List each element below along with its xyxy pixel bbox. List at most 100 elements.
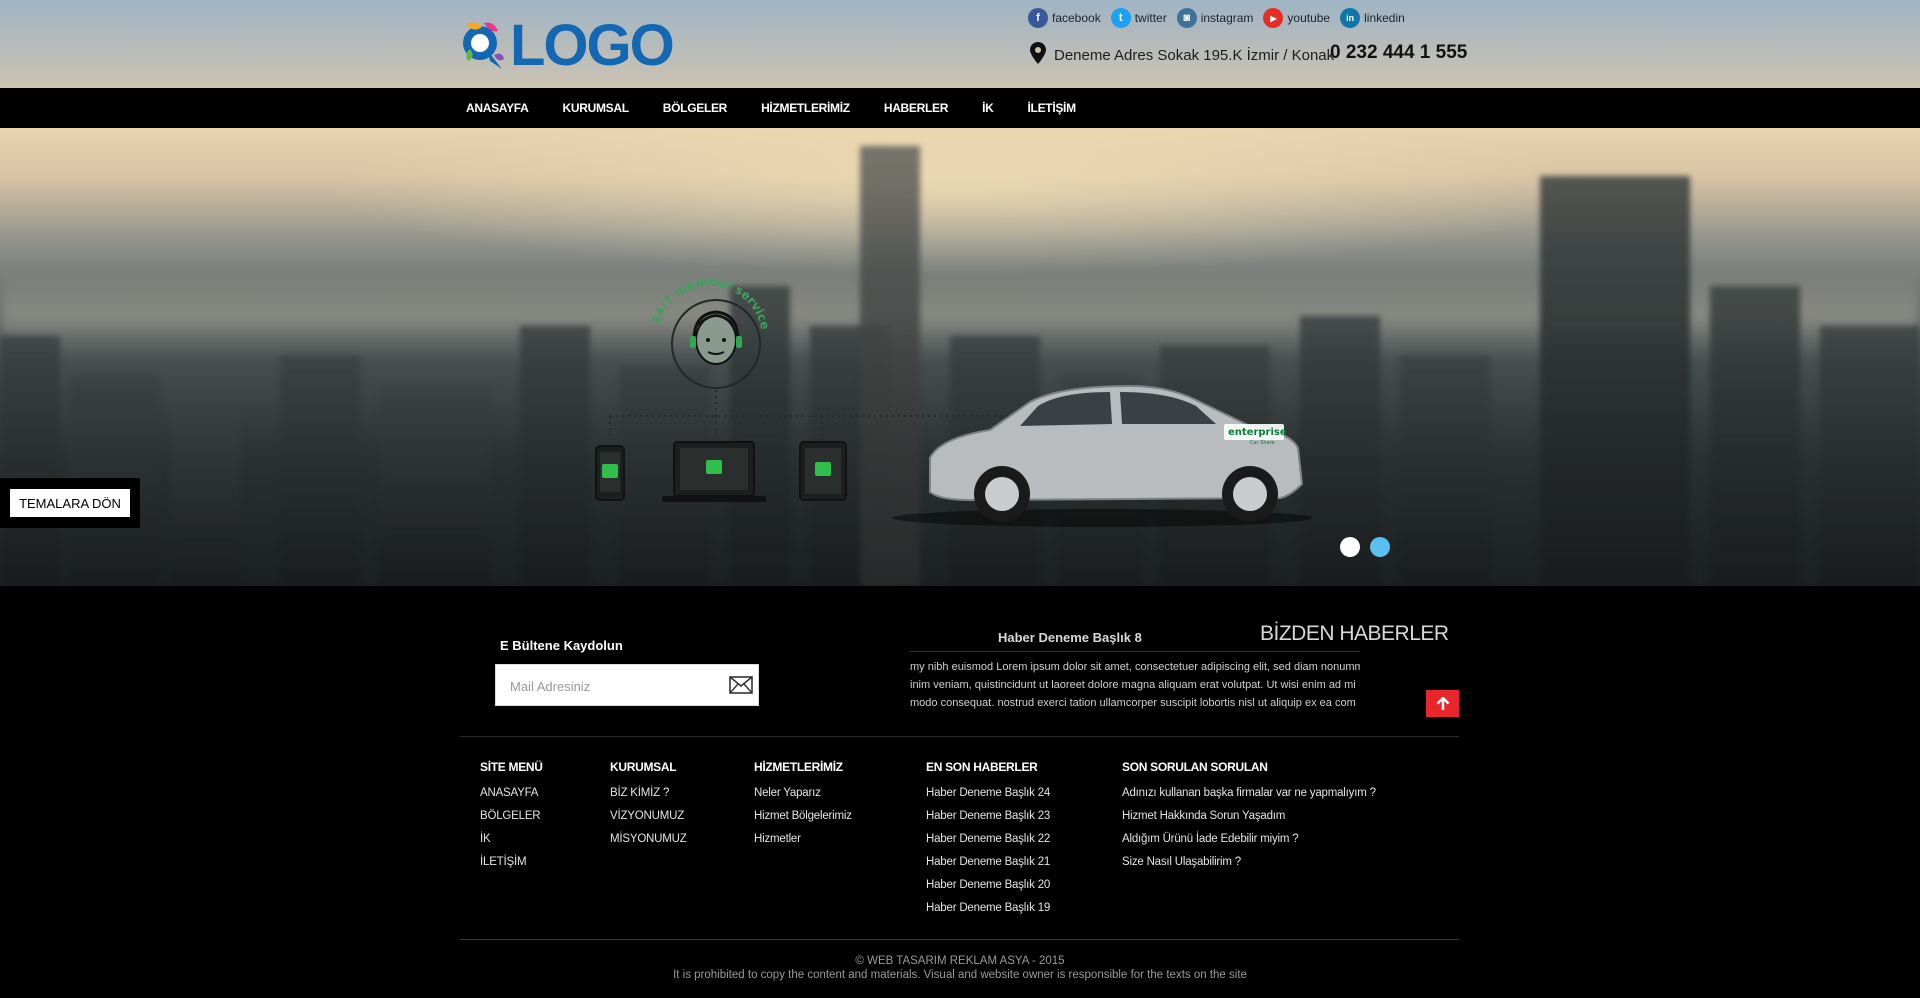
scroll-top-button[interactable] xyxy=(1426,690,1459,717)
social-label: instagram xyxy=(1200,11,1254,25)
footer-link[interactable]: BÖLGELER xyxy=(480,805,543,828)
social-label: facebook xyxy=(1052,11,1101,25)
building xyxy=(1540,176,1690,586)
nav-menu: ANASAYFA KURUMSAL BÖLGELER HİZMETLERİMİZ… xyxy=(466,88,1110,128)
footer-link[interactable]: Haber Deneme Başlık 24 xyxy=(926,782,1050,805)
social-label: twitter xyxy=(1134,11,1167,25)
newsletter-form xyxy=(495,664,759,706)
nav-item-ik[interactable]: İK xyxy=(982,101,994,115)
news-line: my nibh euismod Lorem ipsum dolor sit am… xyxy=(910,661,1360,673)
column-title: HİZMETLERİMİZ xyxy=(754,760,843,774)
youtube-icon: ▶ xyxy=(1263,8,1284,28)
footer-link[interactable]: BİZ KİMİZ ? xyxy=(610,782,687,805)
nav-item-bolgeler[interactable]: BÖLGELER xyxy=(663,101,728,115)
divider xyxy=(460,736,1459,737)
building xyxy=(1400,356,1490,586)
news-line: modo consequat. nostrud exerci tation ul… xyxy=(910,697,1356,709)
social-links: f facebook t twitter ◙ instagram ▶ youtu… xyxy=(1028,8,1405,28)
divider xyxy=(910,651,1360,652)
column-title: KURUMSAL xyxy=(610,760,677,774)
arrow-up-icon xyxy=(1436,696,1449,710)
column-title: SİTE MENÜ xyxy=(480,760,543,774)
footer-link[interactable]: Haber Deneme Başlık 19 xyxy=(926,897,1050,920)
footer-link[interactable]: Hizmet Bölgelerimiz xyxy=(754,805,852,828)
newsletter-email-input[interactable] xyxy=(504,671,714,701)
footer-link[interactable]: Aldığım Ürünü İade Edebilir miyim ? xyxy=(1122,828,1376,851)
building xyxy=(1820,326,1920,586)
column-title: EN SON HABERLER xyxy=(926,760,1038,774)
nav-item-anasayfa[interactable]: ANASAYFA xyxy=(466,101,529,115)
social-facebook[interactable]: f facebook xyxy=(1028,8,1101,28)
social-youtube[interactable]: ▶ youtube xyxy=(1263,8,1330,28)
footer-link[interactable]: İLETİŞİM xyxy=(480,851,543,874)
nav-item-kurumsal[interactable]: KURUMSAL xyxy=(563,101,630,115)
footer-column-latest-news: EN SON HABERLER Haber Deneme Başlık 24 H… xyxy=(926,760,1050,920)
tablet-device-icon xyxy=(799,441,847,501)
building xyxy=(380,386,490,586)
news-section-heading: BİZDEN HABERLER xyxy=(1260,622,1449,645)
support-agent-icon xyxy=(671,299,761,389)
footer-column-faq: SON SORULAN SORULAN Adınızı kullanan baş… xyxy=(1122,760,1376,874)
building xyxy=(1710,286,1800,586)
column-title: SON SORULAN SORULAN xyxy=(1122,760,1268,774)
logo-icon xyxy=(460,17,506,75)
theme-return-button[interactable]: TEMALARA DÖN xyxy=(10,489,130,517)
footer-link[interactable]: Haber Deneme Başlık 22 xyxy=(926,828,1050,851)
footer-link[interactable]: İK xyxy=(480,828,543,851)
news-line: inim veniam, quistincidunt ut laoreet do… xyxy=(910,679,1356,691)
slider-dot-2[interactable] xyxy=(1370,537,1390,557)
footer-link[interactable]: MİSYONUMUZ xyxy=(610,828,687,851)
divider xyxy=(460,939,1459,940)
laptop-device-icon xyxy=(662,441,766,502)
copyright: © WEB TASARIM REKLAM ASYA - 2015 It is p… xyxy=(0,954,1920,982)
instagram-icon: ◙ xyxy=(1176,8,1197,28)
address: Deneme Adres Sokak 195.K İzmir / Konak xyxy=(1030,42,1334,68)
envelope-icon xyxy=(729,676,753,694)
footer-link[interactable]: Hizmet Hakkında Sorun Yaşadım xyxy=(1122,805,1376,828)
slider-dots xyxy=(1340,537,1390,557)
logo[interactable]: LOGO xyxy=(460,12,675,79)
footer-link[interactable]: Haber Deneme Başlık 21 xyxy=(926,851,1050,874)
facebook-icon: f xyxy=(1028,8,1048,28)
copyright-text: © WEB TASARIM REKLAM ASYA - 2015 xyxy=(855,955,1065,967)
social-label: linkedin xyxy=(1364,11,1405,25)
footer-link[interactable]: Haber Deneme Başlık 20 xyxy=(926,874,1050,897)
theme-return-panel: TEMALARA DÖN xyxy=(0,478,140,528)
building xyxy=(520,326,590,586)
nav-item-haberler[interactable]: HABERLER xyxy=(884,101,949,115)
footer-link[interactable]: Haber Deneme Başlık 23 xyxy=(926,805,1050,828)
footer-link[interactable]: VİZYONUMUZ xyxy=(610,805,687,828)
logo-text: LOGO xyxy=(510,13,675,78)
building xyxy=(0,336,60,586)
footer-link[interactable]: ANASAYFA xyxy=(480,782,543,805)
twitter-icon: t xyxy=(1110,8,1131,28)
social-instagram[interactable]: ◙ instagram xyxy=(1176,8,1254,28)
site-footer: E Bültene Kaydolun Haber Deneme Başlık 8… xyxy=(0,586,1920,998)
send-mail-button[interactable] xyxy=(728,674,754,696)
phone-number[interactable]: 0 232 444 1 555 xyxy=(1330,42,1467,64)
address-text: Deneme Adres Sokak 195.K İzmir / Konak xyxy=(1054,46,1335,64)
social-twitter[interactable]: t twitter xyxy=(1110,8,1167,28)
slide-illustration: 24/7 member service enterprise Car Share xyxy=(590,275,1370,528)
nav-item-hizmetlerimiz[interactable]: HİZMETLERİMİZ xyxy=(761,101,850,115)
nav-item-iletisim[interactable]: İLETİŞİM xyxy=(1028,101,1077,115)
car-illustration: enterprise Car Share xyxy=(892,384,1312,527)
phone-device-icon xyxy=(595,445,625,501)
copyright-notice: It is prohibited to copy the content and… xyxy=(673,969,1247,981)
footer-link[interactable]: Adınızı kullanan başka firmalar var ne y… xyxy=(1122,782,1376,805)
site-header: LOGO f facebook t twitter ◙ instagram ▶ … xyxy=(0,0,1920,88)
building xyxy=(170,406,240,586)
footer-link[interactable]: Hizmetler xyxy=(754,828,852,851)
car-brand-text: enterprise xyxy=(1228,427,1287,438)
footer-column-kurumsal: KURUMSAL BİZ KİMİZ ? VİZYONUMUZ MİSYONUM… xyxy=(610,760,687,851)
footer-link[interactable]: Size Nasıl Ulaşabilirim ? xyxy=(1122,851,1376,874)
news-excerpt: my nibh euismod Lorem ipsum dolor sit am… xyxy=(910,658,1360,712)
map-pin-icon xyxy=(1030,42,1046,68)
slider-dot-1[interactable] xyxy=(1340,537,1360,557)
building xyxy=(280,356,360,586)
footer-column-site-menu: SİTE MENÜ ANASAYFA BÖLGELER İK İLETİŞİM xyxy=(480,760,543,874)
newsletter-title: E Bültene Kaydolun xyxy=(500,638,623,653)
footer-link[interactable]: Neler Yaparız xyxy=(754,782,852,805)
footer-column-hizmetlerimiz: HİZMETLERİMİZ Neler Yaparız Hizmet Bölge… xyxy=(754,760,852,851)
social-linkedin[interactable]: in linkedin xyxy=(1340,8,1405,28)
